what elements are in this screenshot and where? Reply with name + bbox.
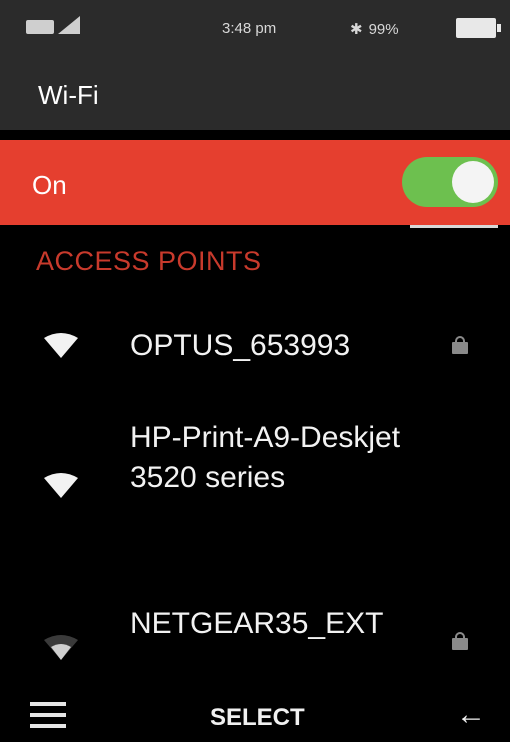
access-point-name: HP-Print-A9-Deskjet 3520 series: [130, 421, 401, 494]
access-point-name: NETGEAR35_EXT: [130, 607, 384, 640]
access-point-item[interactable]: HP-Print-A9-Deskjet 3520 series: [0, 408, 510, 558]
battery-percent: 99%: [368, 20, 399, 38]
wifi-signal-icon: [44, 472, 78, 498]
lock-icon: [452, 336, 468, 354]
divider: [410, 225, 498, 228]
wifi-state-label: On: [32, 170, 67, 200]
status-left-icons: [26, 16, 80, 34]
select-button[interactable]: SELECT: [210, 704, 305, 732]
access-point-item[interactable]: OPTUS_653993: [0, 310, 510, 380]
status-bar: 3:48 pm ✱ 99%: [0, 0, 510, 60]
bluetooth-icon: ✱: [350, 21, 363, 38]
battery-small-icon: [26, 20, 54, 34]
lock-icon: [452, 632, 468, 650]
battery-icon: [456, 18, 501, 38]
wifi-signal-weak-icon: [44, 634, 78, 660]
wifi-toggle-row[interactable]: On: [0, 140, 510, 225]
wifi-toggle-switch[interactable]: [402, 157, 498, 207]
signal-icon: [58, 16, 80, 34]
menu-icon[interactable]: [30, 700, 66, 730]
title-bar: Wi-Fi: [0, 60, 510, 130]
page-title: Wi-Fi: [38, 80, 99, 110]
back-arrow-icon[interactable]: ←: [456, 700, 496, 730]
access-point-name: OPTUS_653993: [130, 329, 351, 362]
bottom-bar: SELECT ←: [0, 690, 510, 742]
wifi-settings-screen: 3:48 pm ✱ 99% Wi-Fi On ACCESS POINTS OPT…: [0, 0, 510, 742]
wifi-signal-icon: [44, 332, 78, 358]
access-point-item[interactable]: NETGEAR35_EXT: [0, 596, 510, 676]
status-right-icons: ✱ 99%: [350, 20, 399, 39]
toggle-knob: [452, 161, 494, 203]
access-points-heading: ACCESS POINTS: [36, 246, 262, 276]
status-time: 3:48 pm: [222, 20, 277, 37]
